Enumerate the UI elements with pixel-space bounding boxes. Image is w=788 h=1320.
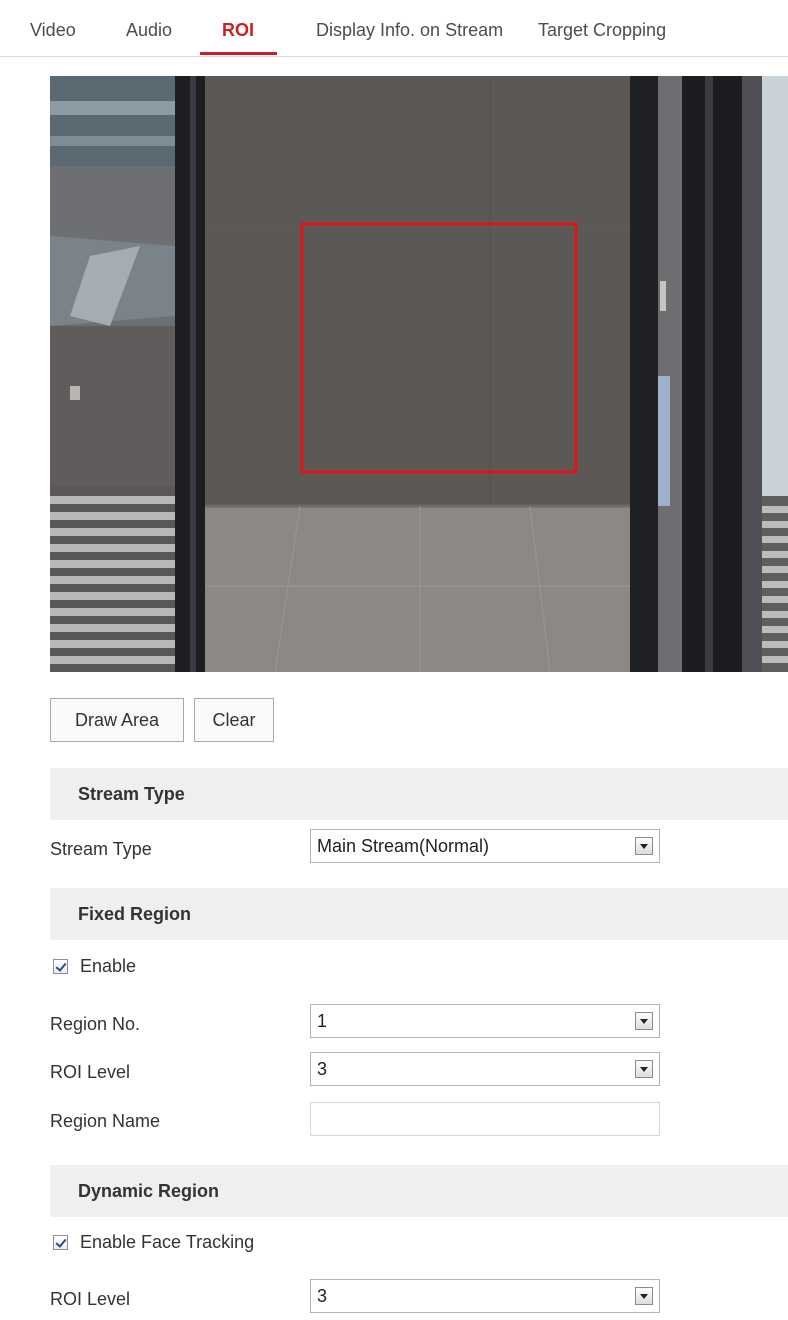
- tab-bar: Video Audio ROI Display Info. on Stream …: [0, 0, 788, 57]
- dynamic-region-section-header: Dynamic Region: [50, 1165, 788, 1217]
- stream-type-section-header: Stream Type: [50, 768, 788, 820]
- section-title: Stream Type: [78, 784, 185, 804]
- roi-level-value: 3: [317, 1286, 328, 1306]
- dropdown-arrow-icon[interactable]: [635, 837, 653, 855]
- camera-image: [50, 76, 788, 672]
- checkbox-checked-icon[interactable]: [53, 1235, 68, 1250]
- clear-button[interactable]: Clear: [194, 698, 274, 742]
- tab-audio[interactable]: Audio: [126, 20, 172, 41]
- tab-video[interactable]: Video: [30, 20, 76, 41]
- draw-area-button[interactable]: Draw Area: [50, 698, 184, 742]
- region-no-value: 1: [317, 1011, 328, 1031]
- dynamic-roi-level-select[interactable]: 3: [310, 1279, 660, 1313]
- live-view[interactable]: [50, 76, 788, 672]
- roi-level-label: ROI Level: [50, 1289, 131, 1309]
- dropdown-arrow-icon[interactable]: [635, 1060, 653, 1078]
- fixed-region-section-header: Fixed Region: [50, 888, 788, 940]
- enable-face-tracking-label: Enable Face Tracking: [80, 1232, 255, 1252]
- stream-type-label: Stream Type: [50, 839, 152, 859]
- stream-type-value: Main Stream(Normal): [317, 836, 490, 856]
- dropdown-arrow-icon[interactable]: [635, 1287, 653, 1305]
- fixed-region-enable-checkbox[interactable]: Enable: [50, 955, 160, 979]
- region-name-input[interactable]: [310, 1102, 660, 1136]
- region-no-label: Region No.: [50, 1014, 141, 1034]
- active-tab-indicator: [200, 52, 277, 55]
- roi-level-label: ROI Level: [50, 1062, 131, 1082]
- stream-type-select[interactable]: Main Stream(Normal): [310, 829, 660, 863]
- tab-display-info-on-stream[interactable]: Display Info. on Stream: [316, 20, 503, 41]
- face-tracking-checkbox[interactable]: Enable Face Tracking: [50, 1231, 290, 1255]
- tab-target-cropping[interactable]: Target Cropping: [538, 20, 666, 41]
- section-title: Dynamic Region: [78, 1181, 220, 1201]
- section-title: Fixed Region: [78, 904, 192, 924]
- roi-level-value: 3: [317, 1059, 328, 1079]
- checkbox-checked-icon[interactable]: [53, 959, 68, 974]
- enable-label: Enable: [80, 956, 137, 976]
- region-name-label: Region Name: [50, 1111, 161, 1131]
- dropdown-arrow-icon[interactable]: [635, 1012, 653, 1030]
- fixed-roi-level-select[interactable]: 3: [310, 1052, 660, 1086]
- tab-roi[interactable]: ROI: [222, 20, 254, 41]
- region-no-select[interactable]: 1: [310, 1004, 660, 1038]
